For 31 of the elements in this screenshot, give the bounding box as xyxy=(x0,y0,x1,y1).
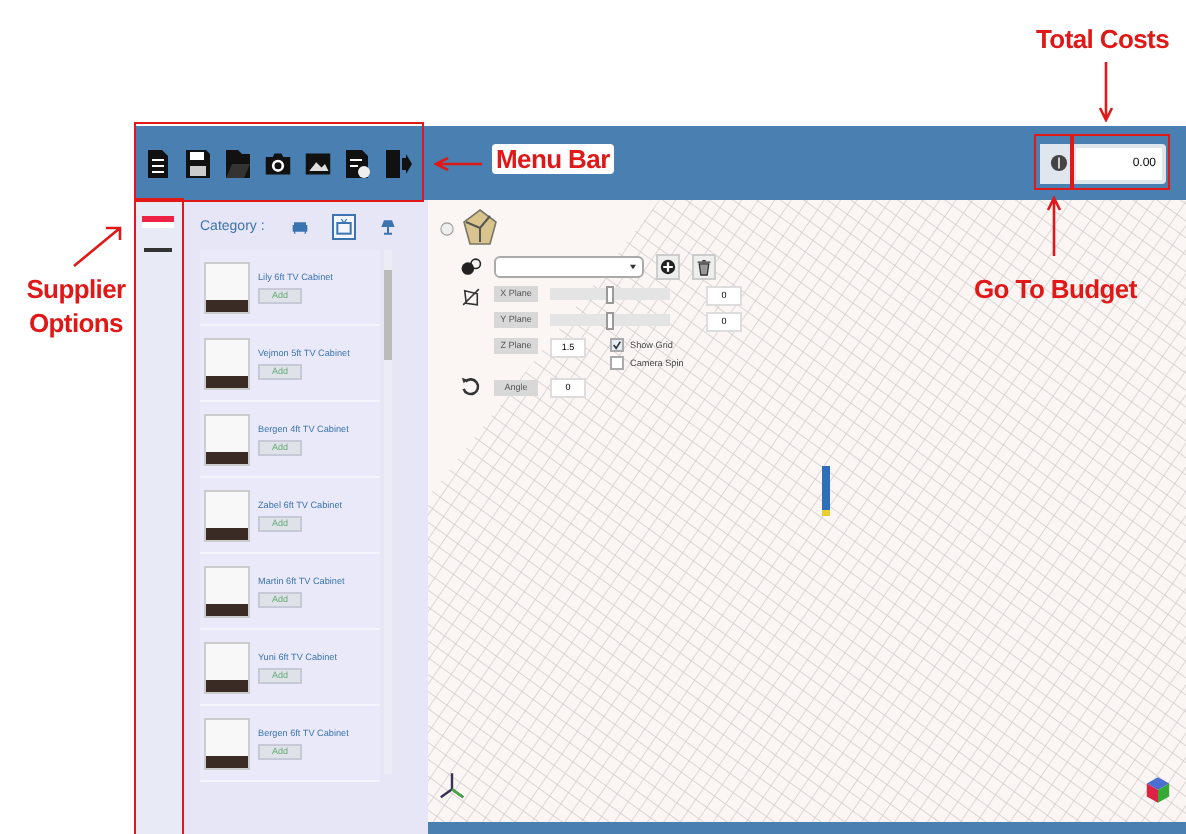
position-marker xyxy=(822,466,830,516)
caret-icon xyxy=(630,264,636,270)
compass-icon xyxy=(460,208,500,248)
tv-category-tab[interactable] xyxy=(332,213,357,239)
checkbox[interactable] xyxy=(610,338,624,352)
annotation-arrow xyxy=(434,156,482,172)
slider-handle[interactable] xyxy=(606,286,614,304)
view-cube-icon[interactable] xyxy=(1142,774,1174,806)
collapse-icon[interactable] xyxy=(440,221,454,235)
rotate-icon xyxy=(460,376,482,398)
objects-icon xyxy=(460,256,482,278)
annotation-arrow xyxy=(72,224,124,268)
document-info-icon[interactable] xyxy=(344,147,372,179)
object-dropdown[interactable] xyxy=(494,256,644,278)
exit-door-icon[interactable] xyxy=(384,147,412,179)
annotation-arrow xyxy=(1098,62,1114,122)
coin-icon xyxy=(1049,154,1067,172)
axes-icon xyxy=(436,770,468,802)
checkbox[interactable] xyxy=(610,356,624,370)
annotation-label: Total Costs xyxy=(1036,24,1170,54)
folder-icon[interactable] xyxy=(224,147,252,179)
annotation-label: Supplier Options xyxy=(24,272,128,340)
annotation-label: Menu Bar xyxy=(492,144,614,174)
delete-button[interactable] xyxy=(692,254,716,280)
new-document-icon[interactable] xyxy=(144,147,172,179)
annotation-arrow xyxy=(1046,196,1062,256)
move-axes-icon xyxy=(460,286,482,308)
save-icon[interactable] xyxy=(184,147,212,179)
slider-handle[interactable] xyxy=(606,312,614,330)
annotation-label: Go To Budget xyxy=(974,274,1137,304)
add-object-button[interactable] xyxy=(656,254,680,280)
